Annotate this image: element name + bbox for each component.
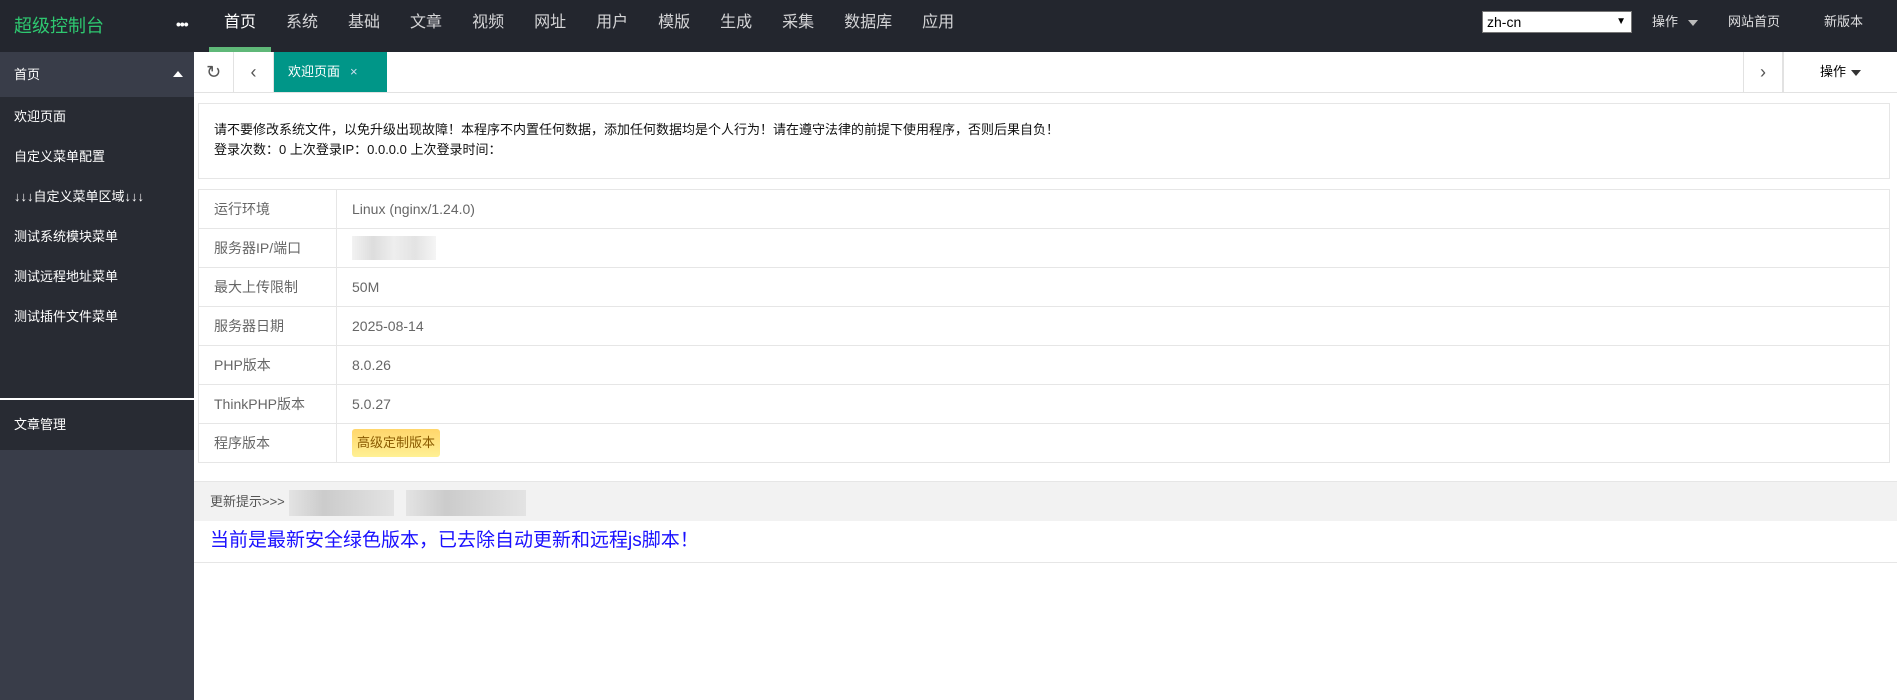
sidebar-item-welcome[interactable]: 欢迎页面 <box>0 97 194 137</box>
version-badge: 高级定制版本 <box>352 429 441 457</box>
table-row: 服务器日期 2025-08-14 <box>198 306 1890 346</box>
more-button[interactable]: ••• <box>176 0 189 48</box>
info-value <box>336 228 1890 268</box>
language-select[interactable]: zh-cn ▼ <box>1482 11 1632 33</box>
top-nav: 首页 系统 基础 文章 视频 网址 用户 模版 生成 采集 数据库 应用 <box>209 0 969 52</box>
nav-system[interactable]: 系统 <box>271 0 333 52</box>
table-row: ThinkPHP版本 5.0.27 <box>198 384 1890 424</box>
table-row: 运行环境 Linux (nginx/1.24.0) <box>198 189 1890 229</box>
sidebar-item-test-remote[interactable]: 测试远程地址菜单 <box>0 257 194 297</box>
close-icon[interactable]: × <box>350 64 358 79</box>
tab-next-button[interactable]: › <box>1743 52 1783 92</box>
info-label: 运行环境 <box>198 189 337 229</box>
table-row: 最大上传限制 50M <box>198 267 1890 307</box>
info-label: 程序版本 <box>198 423 337 463</box>
info-value: Linux (nginx/1.24.0) <box>336 189 1890 229</box>
sidebar-group-label: 首页 <box>14 67 41 82</box>
caret-down-icon <box>1851 69 1862 76</box>
redacted-text <box>405 489 526 516</box>
sidebar-item-custom-menu-config[interactable]: 自定义菜单配置 <box>0 137 194 177</box>
refresh-icon: ↻ <box>205 61 222 82</box>
nav-generate[interactable]: 生成 <box>705 0 767 52</box>
sidebar-item-test-module[interactable]: 测试系统模块菜单 <box>0 217 194 257</box>
sidebar-item-test-plugin[interactable]: 测试插件文件菜单 <box>0 297 194 337</box>
info-label: 最大上传限制 <box>198 267 337 307</box>
nav-basic[interactable]: 基础 <box>333 0 395 52</box>
chevron-left-icon: ‹ <box>250 61 257 82</box>
info-value: 5.0.27 <box>336 384 1890 424</box>
tab-label: 欢迎页面 <box>288 64 341 79</box>
info-value: 8.0.26 <box>336 345 1890 385</box>
nav-video[interactable]: 视频 <box>457 0 519 52</box>
nav-article[interactable]: 文章 <box>395 0 457 52</box>
update-label: 更新提示>>> <box>210 494 285 509</box>
sidebar-group-home[interactable]: 首页 <box>0 52 194 97</box>
chevron-down-icon: ▼ <box>1616 16 1626 27</box>
redacted-text <box>288 489 394 516</box>
caret-up-icon <box>173 71 183 77</box>
update-bar: 更新提示>>> <box>194 481 1897 521</box>
tab-ops-menu[interactable]: 操作 <box>1783 52 1897 92</box>
header-ops-label: 操作 <box>1652 14 1679 29</box>
tab-welcome[interactable]: 欢迎页面 × <box>274 52 387 92</box>
tab-ops-label: 操作 <box>1820 64 1847 79</box>
refresh-button[interactable]: ↻ <box>194 52 234 92</box>
header-ops-menu[interactable]: 操作 <box>1652 0 1699 44</box>
notice-box: 请不要修改系统文件，以免升级出现故障！本程序不内置任何数据，添加任何数据均是个人… <box>198 103 1890 179</box>
info-label: 服务器IP/端口 <box>198 228 337 268</box>
tab-prev-button[interactable]: ‹ <box>234 52 274 92</box>
logo[interactable]: 超级控制台 <box>14 0 104 52</box>
info-value: 2025-08-14 <box>336 306 1890 346</box>
nav-collect[interactable]: 采集 <box>767 0 829 52</box>
sidebar: 首页 欢迎页面 自定义菜单配置 ↓↓↓自定义菜单区域↓↓↓ 测试系统模块菜单 测… <box>0 52 194 700</box>
language-value: zh-cn <box>1487 14 1522 30</box>
caret-down-icon <box>1688 19 1699 26</box>
nav-apps[interactable]: 应用 <box>907 0 969 52</box>
nav-url[interactable]: 网址 <box>519 0 581 52</box>
nav-database[interactable]: 数据库 <box>829 0 907 52</box>
chevron-right-icon: › <box>1760 61 1766 82</box>
site-home-link[interactable]: 网站首页 <box>1728 0 1780 44</box>
table-row: 程序版本 高级定制版本 <box>198 423 1890 463</box>
sidebar-item-article-management[interactable]: 文章管理 <box>0 400 194 450</box>
redacted-ip <box>352 236 436 260</box>
login-info: 登录次数：0 上次登录IP：0.0.0.0 上次登录时间： <box>214 142 502 157</box>
tab-bar: ↻ ‹ 欢迎页面 × › 操作 <box>194 52 1897 93</box>
table-row: PHP版本 8.0.26 <box>198 345 1890 385</box>
info-label: ThinkPHP版本 <box>198 384 337 424</box>
new-version-link[interactable]: 新版本 <box>1824 0 1863 44</box>
info-label: PHP版本 <box>198 345 337 385</box>
nav-template[interactable]: 模版 <box>643 0 705 52</box>
version-status: 当前是最新安全绿色版本，已去除自动更新和远程js脚本！ <box>194 521 1897 563</box>
nav-user[interactable]: 用户 <box>581 0 643 52</box>
nav-home[interactable]: 首页 <box>209 0 272 52</box>
info-value: 50M <box>336 267 1890 307</box>
notice-warning: 请不要修改系统文件，以免升级出现故障！本程序不内置任何数据，添加任何数据均是个人… <box>214 122 1060 137</box>
info-value: 高级定制版本 <box>336 423 1890 463</box>
server-info-table: 运行环境 Linux (nginx/1.24.0) 服务器IP/端口 最大上传限制… <box>198 189 1890 463</box>
top-header: 超级控制台 ••• 首页 系统 基础 文章 视频 网址 用户 模版 生成 采集 … <box>0 0 1897 52</box>
info-label: 服务器日期 <box>198 306 337 346</box>
sidebar-item-custom-area[interactable]: ↓↓↓自定义菜单区域↓↓↓ <box>0 177 194 217</box>
table-row: 服务器IP/端口 <box>198 228 1890 268</box>
